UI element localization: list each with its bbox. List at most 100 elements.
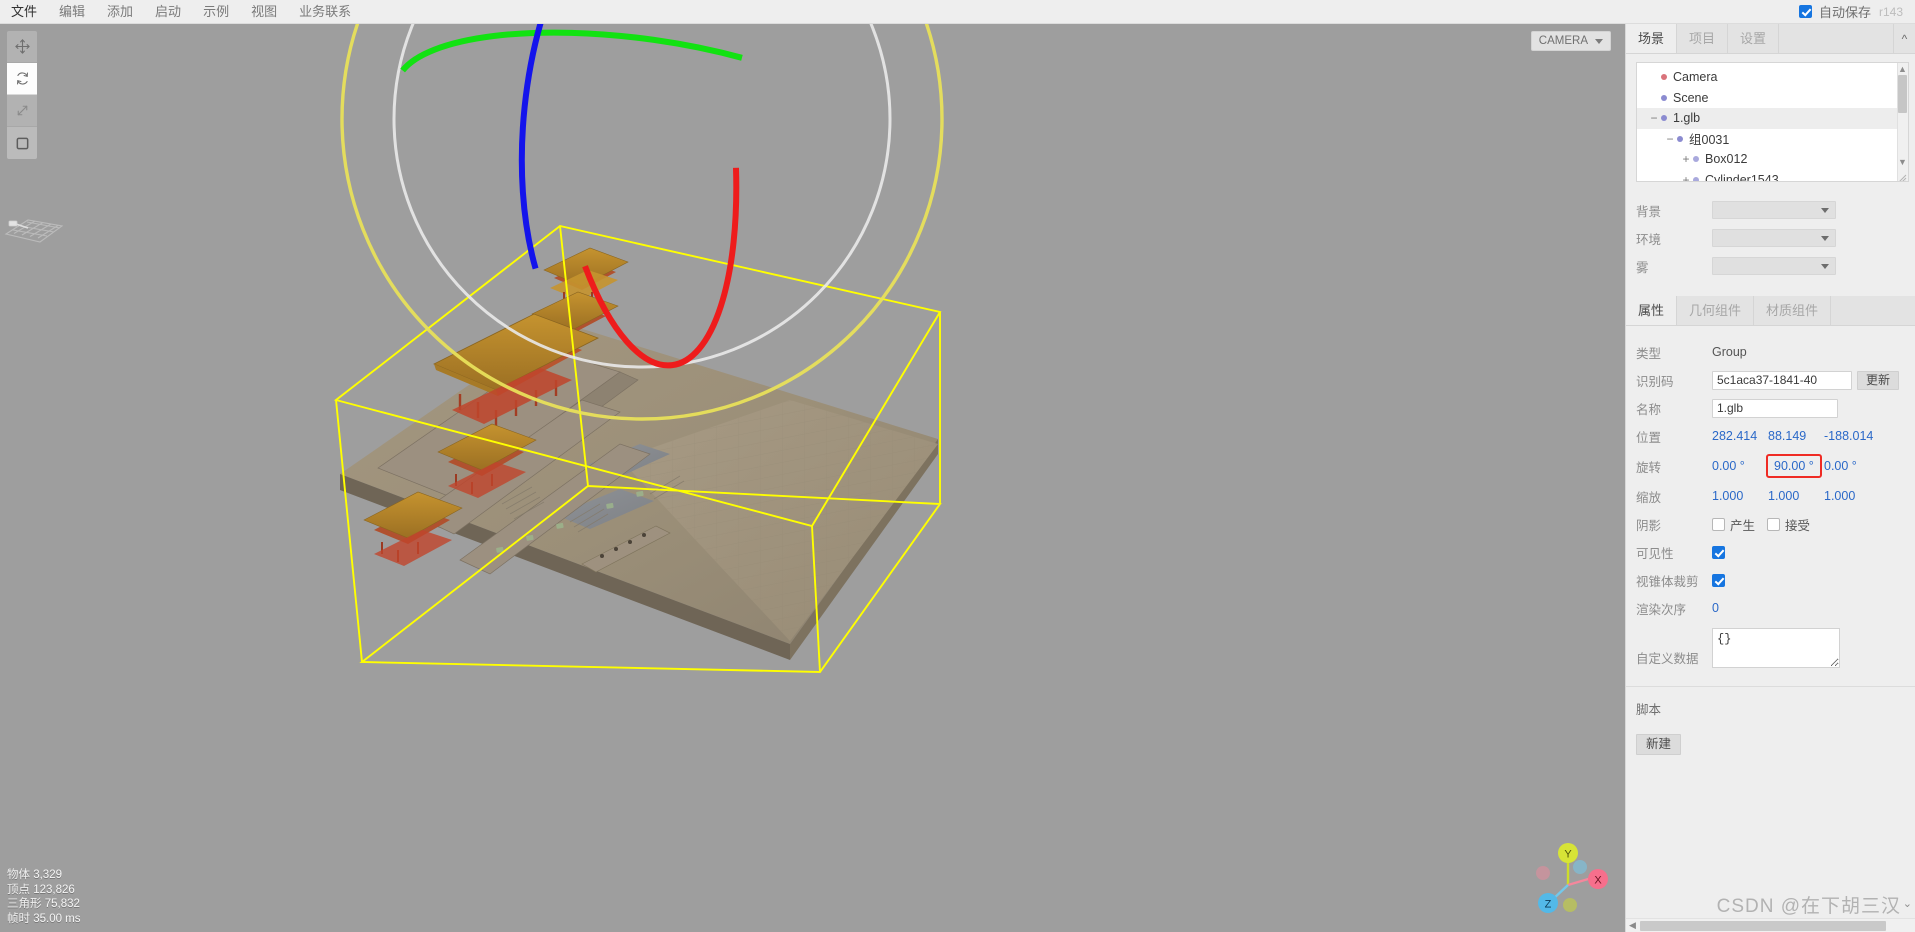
row-type: 类型 Group [1636,338,1905,366]
rotation-z[interactable]: 0.00 ° [1824,459,1876,473]
axis-neg-z [1573,860,1587,874]
scroll-up-icon[interactable]: ▲ [1898,64,1907,75]
position-y[interactable]: 88.149 [1768,429,1820,443]
bounds-tool[interactable] [7,127,37,159]
viewport-3d[interactable]: CAMERA Y X Z 物体 3,329 顶点 123,826 三角形 75,… [0,24,1625,932]
tree-toggle[interactable]: + [1679,173,1693,181]
uuid-update-button[interactable]: 更新 [1857,370,1900,390]
hscroll-thumb[interactable] [1640,920,1886,931]
autosave-checkbox[interactable] [1798,5,1812,18]
collapse-up-icon[interactable]: ^ [1893,24,1915,53]
menubar-right-group: 自动保存 r143 [1798,2,1915,21]
tab-material[interactable]: 材质组件 [1754,296,1832,325]
outliner-resize-grip[interactable] [1897,170,1907,181]
stat-objects: 物体 3,329 [7,869,62,881]
scroll-down-icon[interactable]: ▼ [1898,157,1907,168]
new-script-button[interactable]: 新建 [1636,734,1682,755]
rotate-tool[interactable] [7,63,37,95]
menu-contact[interactable]: 业务联系 [288,0,362,24]
rotation-y[interactable]: 90.00 ° [1766,454,1822,478]
camera-select[interactable]: CAMERA [1530,31,1611,51]
tree-toggle[interactable]: − [1663,132,1677,146]
tab-project[interactable]: 项目 [1677,24,1729,53]
translate-tool[interactable] [7,31,37,63]
position-x[interactable]: 282.414 [1712,429,1764,443]
outliner-scroll-thumb[interactable] [1898,75,1907,113]
scale-tool[interactable] [7,95,37,127]
shadow-cast-checkbox[interactable] [1712,517,1725,531]
fog-select[interactable] [1712,257,1836,275]
tab-object[interactable]: 属性 [1626,296,1678,325]
name-field[interactable]: 1.glb [1712,398,1838,418]
frustum-checkbox[interactable] [1712,573,1725,587]
tree-toggle[interactable]: + [1679,152,1693,166]
userdata-textarea[interactable] [1712,628,1840,668]
scroll-left-icon[interactable]: ◀ [1626,920,1639,931]
scale-icon [14,102,31,119]
tree-item-glb[interactable]: − 1.glb [1637,108,1908,129]
axis-gizmo[interactable]: Y X Z [1523,835,1615,924]
tree-item-cylinder1543[interactable]: + Cylinder1543 [1637,170,1908,181]
shadow-receive-toggle[interactable]: 接受 [1767,515,1810,534]
background-select[interactable] [1712,201,1836,219]
type-value: Group [1712,345,1747,359]
scene-properties: 背景 环境 雾 [1626,182,1915,286]
tree-dot [1677,135,1683,142]
background-label: 背景 [1636,204,1662,219]
shadow-receive-checkbox[interactable] [1767,517,1781,531]
scale-z[interactable]: 1.000 [1824,489,1876,503]
uuid-field[interactable]: 5c1aca37-1841-40 [1712,370,1852,390]
visible-label: 可见性 [1636,546,1674,561]
visible-checkbox[interactable] [1712,545,1725,559]
sidebar-tabs: 场景 项目 设置 ^ [1626,24,1915,54]
tree-item-group[interactable]: − 组0031 [1637,129,1908,150]
menu-file[interactable]: 文件 [0,0,48,24]
scale-y[interactable]: 1.000 [1768,489,1820,503]
scene-outliner[interactable]: Camera Scene − 1.glb − 组0031 + Box012 + … [1636,62,1909,182]
stat-vertices: 顶点 123,826 [7,883,75,896]
menu-add[interactable]: 添加 [96,0,144,24]
rotation-x[interactable]: 0.00 ° [1712,459,1764,473]
menu-edit[interactable]: 编辑 [48,0,96,24]
tab-scene[interactable]: 场景 [1626,24,1678,53]
name-label: 名称 [1636,402,1662,417]
tab-geometry[interactable]: 几何组件 [1677,296,1755,325]
tab-settings[interactable]: 设置 [1728,24,1780,53]
position-z[interactable]: -188.014 [1824,429,1876,443]
autosave-toggle[interactable]: 自动保存 [1798,2,1871,21]
menu-examples[interactable]: 示例 [192,0,240,24]
tree-dot [1693,176,1699,181]
fog-label: 雾 [1636,260,1649,275]
menu-view[interactable]: 视图 [240,0,288,24]
chevron-down-icon [1821,235,1829,241]
type-label: 类型 [1636,346,1662,361]
row-render-order: 渲染次序 0 [1636,594,1905,622]
transform-toolbar [7,31,37,159]
viewport-stats: 物体 3,329 顶点 123,826 三角形 75,832 帧时 35.00 … [7,868,81,926]
tree-item-label: Box012 [1705,152,1748,167]
sidebar: 场景 项目 设置 ^ Camera Scene − 1.glb − 组0031 … [1625,24,1915,932]
tree-item-camera[interactable]: Camera [1637,67,1908,88]
row-visible: 可见性 [1636,538,1905,566]
outliner-tree: Camera Scene − 1.glb − 组0031 + Box012 + … [1637,63,1908,181]
scale-x[interactable]: 1.000 [1712,489,1764,503]
tree-item-box012[interactable]: + Box012 [1637,149,1908,170]
shadow-cast-toggle[interactable]: 产生 [1712,515,1755,534]
outliner-scrollbar[interactable]: ▲ ▼ [1897,63,1908,181]
menu-play[interactable]: 启动 [144,0,192,24]
environment-select[interactable] [1712,229,1836,247]
sidebar-hscrollbar[interactable]: ◀ [1626,918,1915,932]
rotation-gizmo[interactable] [332,24,952,434]
row-frustum: 视锥体裁剪 [1636,566,1905,594]
tree-item-scene[interactable]: Scene [1637,88,1908,109]
render-order-value[interactable]: 0 [1712,601,1719,615]
camera-select-value: CAMERA [1538,35,1588,47]
row-fog: 雾 [1636,252,1905,280]
position-label: 位置 [1636,430,1662,445]
menubar: 文件 编辑 添加 启动 示例 视图 业务联系 自动保存 r143 [0,0,1915,24]
sidebar-collapse-icon[interactable]: ⌄ [1903,897,1912,910]
tree-item-label: Scene [1673,90,1709,105]
tree-toggle[interactable]: − [1647,111,1661,125]
row-uuid: 识别码 5c1aca37-1841-40 更新 [1636,366,1905,394]
